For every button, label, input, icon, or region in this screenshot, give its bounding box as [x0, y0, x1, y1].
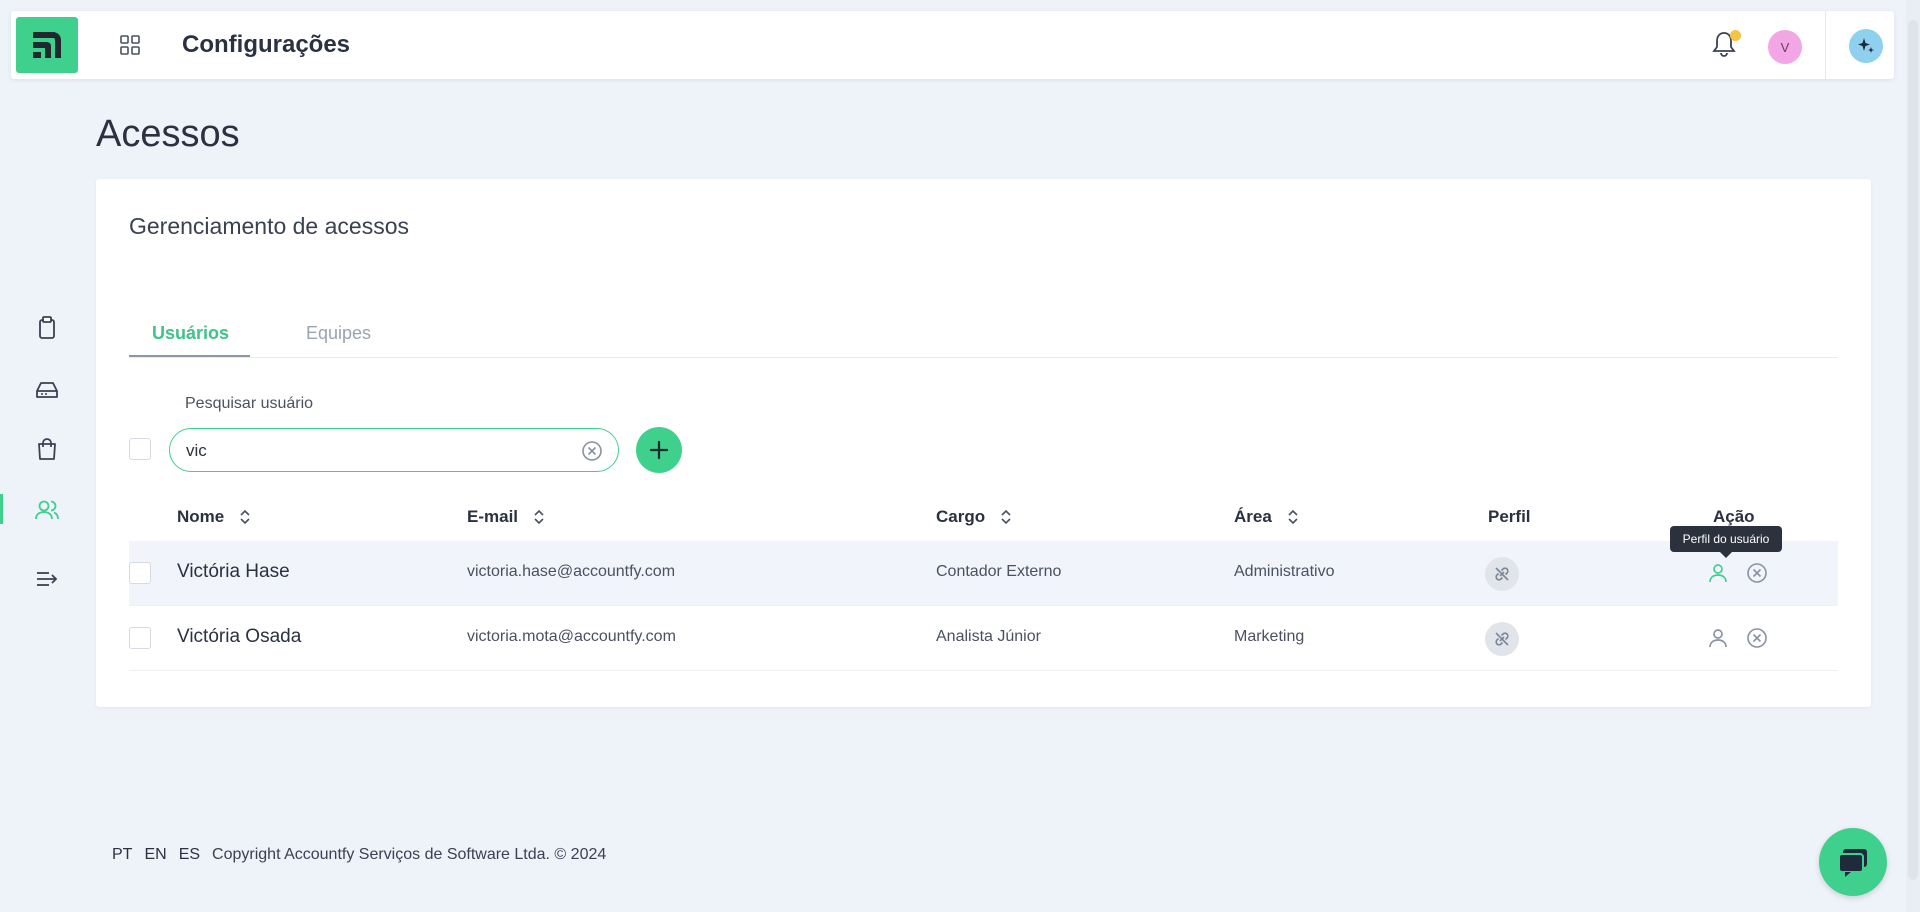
tooltip: Perfil do usuário [1670, 526, 1782, 552]
header-divider [1825, 11, 1826, 79]
column-header-name[interactable]: Nome [177, 507, 252, 527]
link-off-icon [1495, 632, 1509, 646]
card-title: Gerenciamento de acessos [129, 213, 409, 239]
copyright-text: Copyright Accountfy Serviços de Software… [212, 846, 607, 863]
column-label: Cargo [936, 507, 986, 526]
language-en[interactable]: EN [144, 846, 166, 864]
sort-icon[interactable] [238, 508, 252, 526]
search-field[interactable] [169, 428, 619, 472]
row-checkbox[interactable] [129, 562, 151, 584]
logo-icon [33, 32, 61, 58]
sidebar-active-indicator [0, 494, 3, 524]
search-input[interactable] [186, 439, 566, 463]
language-es[interactable]: ES [179, 846, 200, 864]
expand-menu-icon[interactable] [33, 565, 61, 593]
tabs: Usuários Equipes [129, 309, 1838, 358]
scrollbar-thumb[interactable] [1908, 20, 1918, 880]
remove-user-icon[interactable] [1745, 561, 1769, 585]
user-name: Victória Hase [177, 561, 290, 582]
column-label: E-mail [467, 507, 519, 526]
profile-unlinked-badge[interactable] [1485, 557, 1519, 591]
ai-assistant-button[interactable] [1849, 29, 1883, 63]
search-label: Pesquisar usuário [185, 395, 314, 412]
chat-support-button[interactable] [1819, 828, 1887, 896]
user-email: victoria.mota@accountfy.com [467, 628, 676, 645]
access-management-card: Gerenciamento de acessos Usuários Equipe… [96, 179, 1871, 707]
inbox-drive-icon[interactable] [33, 376, 61, 404]
user-name: Victória Osada [177, 626, 302, 647]
avatar[interactable]: V [1768, 30, 1802, 64]
clipboard-icon[interactable] [33, 314, 61, 342]
sparkle-icon [1858, 38, 1874, 53]
active-tab-underline [129, 355, 250, 357]
sort-icon[interactable] [1286, 508, 1300, 526]
header-title: Configurações [182, 31, 351, 58]
column-header-area[interactable]: Área [1234, 507, 1300, 527]
column-header-email[interactable]: E-mail [467, 507, 546, 527]
footer: PT EN ES Copyright Accountfy Serviços de… [112, 846, 606, 864]
profile-unlinked-badge[interactable] [1485, 622, 1519, 656]
top-bar: Configurações V [11, 11, 1894, 79]
column-label: Área [1234, 507, 1272, 526]
column-label: Perfil [1488, 507, 1531, 526]
table-row[interactable]: Victória Hase victoria.hase@accountfy.co… [129, 541, 1838, 606]
language-pt[interactable]: PT [112, 846, 132, 864]
table-row[interactable]: Victória Osada victoria.mota@accountfy.c… [129, 606, 1838, 671]
user-area: Administrativo [1234, 563, 1335, 580]
shopping-bag-icon[interactable] [33, 435, 61, 463]
user-email: victoria.hase@accountfy.com [467, 563, 676, 580]
chat-icon [1838, 849, 1867, 877]
remove-user-icon[interactable] [1745, 626, 1769, 650]
column-header-acao: Ação [1713, 507, 1755, 527]
app-logo[interactable] [16, 17, 78, 73]
column-label: Nome [177, 507, 225, 526]
clear-search-icon[interactable] [580, 439, 604, 463]
page-title: Acessos [96, 113, 240, 155]
column-label: Ação [1713, 507, 1755, 526]
user-cargo: Analista Júnior [936, 628, 1041, 645]
link-off-icon [1495, 567, 1509, 581]
sort-icon[interactable] [532, 508, 546, 526]
user-profile-icon[interactable] [1706, 561, 1730, 585]
row-checkbox[interactable] [129, 627, 151, 649]
tab-users[interactable]: Usuários [152, 323, 229, 344]
tab-teams[interactable]: Equipes [306, 323, 371, 344]
users-icon[interactable] [33, 496, 61, 524]
sort-icon[interactable] [999, 508, 1013, 526]
user-area: Marketing [1234, 628, 1305, 645]
apps-grid-icon[interactable] [118, 33, 142, 57]
column-header-perfil: Perfil [1488, 507, 1531, 527]
notification-dot [1730, 30, 1741, 41]
column-header-cargo[interactable]: Cargo [936, 507, 1013, 527]
user-profile-icon[interactable] [1706, 626, 1730, 650]
select-all-checkbox[interactable] [129, 438, 151, 460]
user-cargo: Contador Externo [936, 563, 1062, 580]
add-user-button[interactable] [636, 427, 682, 473]
plus-icon [649, 440, 669, 460]
tooltip-arrow [1720, 552, 1732, 558]
